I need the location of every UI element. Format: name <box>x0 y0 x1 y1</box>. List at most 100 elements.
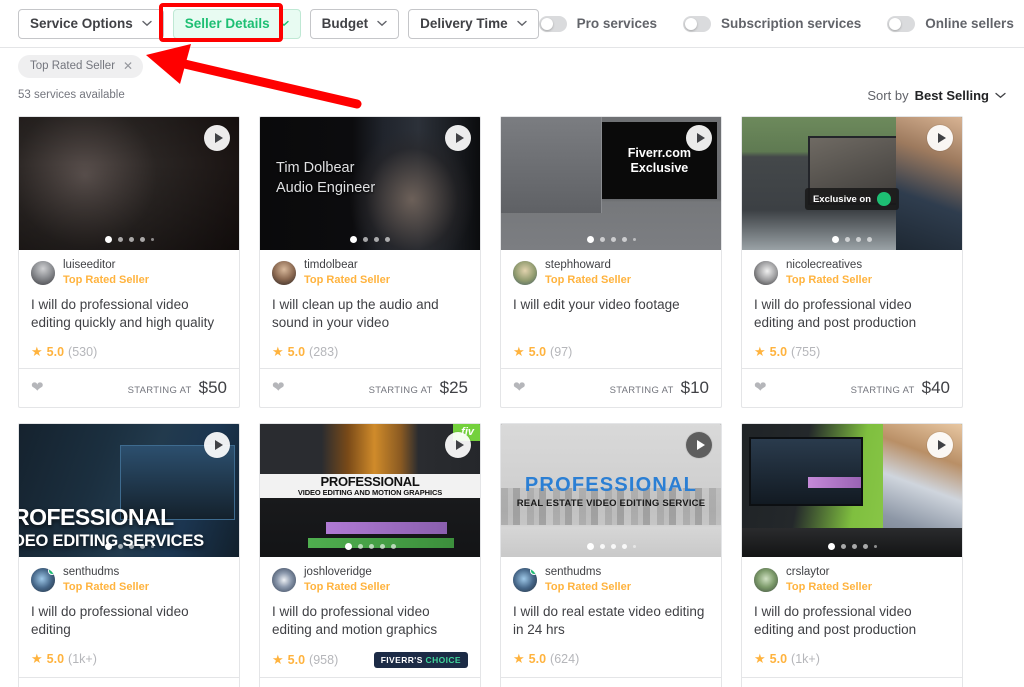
filter-service-options[interactable]: Service Options <box>18 8 164 39</box>
avatar[interactable] <box>272 567 296 592</box>
carousel-dot-active[interactable] <box>104 236 112 243</box>
service-card[interactable]: Fiverr.com Exclusive stephhoward Top Rat… <box>500 116 722 408</box>
seller-row[interactable]: joshloveridge Top Rated Seller <box>260 557 480 594</box>
avatar[interactable] <box>754 260 778 285</box>
carousel-dot[interactable] <box>856 237 861 242</box>
carousel-dot[interactable] <box>867 237 872 242</box>
toggle-pro-services[interactable]: Pro services <box>538 15 657 32</box>
carousel-dots[interactable] <box>742 542 962 550</box>
toggle-switch-pro-services[interactable] <box>538 15 567 32</box>
carousel-dots[interactable] <box>19 542 239 550</box>
carousel-dot[interactable] <box>390 543 396 549</box>
service-title[interactable]: I will do professional video editing qui… <box>19 287 239 339</box>
service-card[interactable]: luiseeditor Top Rated Seller I will do p… <box>18 116 240 408</box>
service-thumbnail[interactable] <box>742 423 962 557</box>
carousel-dot[interactable] <box>379 543 385 549</box>
carousel-dot[interactable] <box>357 543 363 549</box>
service-title[interactable]: I will do professional video editing <box>19 594 239 646</box>
carousel-dot-active[interactable] <box>586 542 594 550</box>
service-title[interactable]: I will do professional video editing and… <box>260 594 480 646</box>
service-card[interactable]: PROFESSIONAL VIDEO EDITING AND MOTION GR… <box>259 422 481 687</box>
play-icon[interactable] <box>204 125 230 151</box>
service-card[interactable]: ROFESSIONAL DEO EDITING SERVICES senthud… <box>18 422 240 687</box>
carousel-dot[interactable] <box>621 237 627 242</box>
carousel-dot[interactable] <box>385 237 390 242</box>
carousel-dot-active[interactable] <box>350 236 357 243</box>
service-thumbnail[interactable]: ROFESSIONAL DEO EDITING SERVICES <box>19 423 239 557</box>
carousel-dot[interactable] <box>840 543 846 549</box>
carousel-dot-active[interactable] <box>827 542 835 550</box>
toggle-switch-online-sellers[interactable] <box>887 15 916 32</box>
service-thumbnail[interactable]: Exclusive on <box>742 117 962 250</box>
carousel-dot[interactable] <box>632 238 636 241</box>
filter-delivery-time[interactable]: Delivery Time <box>408 8 539 39</box>
seller-row[interactable]: crslaytor Top Rated Seller <box>742 557 962 594</box>
carousel-dot[interactable] <box>599 237 605 242</box>
carousel-dot[interactable] <box>621 543 627 549</box>
play-icon[interactable] <box>927 431 953 458</box>
carousel-dot[interactable] <box>845 237 850 242</box>
carousel-dot[interactable] <box>117 237 123 242</box>
seller-row[interactable]: timdolbear Top Rated Seller <box>260 250 480 287</box>
seller-row[interactable]: senthudms Top Rated Seller <box>501 557 721 594</box>
service-card[interactable]: PROFESSIONAL REAL ESTATE VIDEO EDITING S… <box>500 422 722 687</box>
service-thumbnail[interactable]: Fiverr.com Exclusive <box>501 117 721 250</box>
service-card[interactable]: Exclusive on nicolecreatives Top Rated S… <box>741 116 963 408</box>
play-icon[interactable] <box>686 125 712 151</box>
play-icon[interactable] <box>927 125 953 151</box>
seller-row[interactable]: senthudms Top Rated Seller <box>19 557 239 594</box>
avatar[interactable] <box>31 567 55 592</box>
carousel-dots[interactable] <box>260 542 480 550</box>
heart-icon[interactable]: ❤ <box>31 380 44 395</box>
seller-row[interactable]: stephhoward Top Rated Seller <box>501 250 721 287</box>
carousel-dot-active[interactable] <box>586 236 594 243</box>
avatar[interactable] <box>513 567 537 592</box>
service-title[interactable]: I will do professional video editing and… <box>742 594 962 646</box>
carousel-dot[interactable] <box>139 543 145 549</box>
heart-icon[interactable]: ❤ <box>272 380 285 395</box>
service-thumbnail[interactable]: PROFESSIONAL VIDEO EDITING AND MOTION GR… <box>260 423 480 557</box>
avatar[interactable] <box>754 567 778 592</box>
toggle-online-sellers[interactable]: Online sellers <box>887 15 1014 32</box>
carousel-dot[interactable] <box>610 543 616 549</box>
carousel-dot[interactable] <box>862 543 868 549</box>
filter-budget[interactable]: Budget <box>309 8 400 39</box>
play-icon[interactable] <box>445 125 471 151</box>
carousel-dot[interactable] <box>632 544 636 548</box>
service-thumbnail[interactable]: PROFESSIONAL REAL ESTATE VIDEO EDITING S… <box>501 423 721 557</box>
carousel-dot-active[interactable] <box>832 236 839 243</box>
service-card[interactable]: Tim Dolbear Audio Engineer timdolbear To… <box>259 116 481 408</box>
service-title[interactable]: I will edit your video footage <box>501 287 721 339</box>
close-icon[interactable]: ✕ <box>123 60 133 72</box>
heart-icon[interactable]: ❤ <box>754 380 767 395</box>
carousel-dot-active[interactable] <box>104 542 112 550</box>
service-title[interactable]: I will clean up the audio and sound in y… <box>260 287 480 339</box>
toggle-switch-subscription-services[interactable] <box>682 15 711 32</box>
carousel-dots[interactable] <box>742 236 962 243</box>
play-icon[interactable] <box>445 431 471 458</box>
carousel-dot[interactable] <box>610 237 616 242</box>
seller-row[interactable]: luiseeditor Top Rated Seller <box>19 250 239 287</box>
heart-icon[interactable]: ❤ <box>513 380 526 395</box>
carousel-dot[interactable] <box>128 543 134 549</box>
filter-seller-details[interactable]: Seller Details <box>172 8 301 39</box>
service-card[interactable]: crslaytor Top Rated Seller I will do pro… <box>741 422 963 687</box>
carousel-dots[interactable] <box>501 542 721 550</box>
carousel-dot[interactable] <box>368 543 374 549</box>
carousel-dots[interactable] <box>501 236 721 243</box>
carousel-dot[interactable] <box>150 544 154 548</box>
play-icon[interactable] <box>686 431 712 458</box>
carousel-dots[interactable] <box>260 236 480 243</box>
carousel-dot-active[interactable] <box>344 542 352 550</box>
carousel-dot[interactable] <box>139 237 145 242</box>
service-title[interactable]: I will do real estate video editing in 2… <box>501 594 721 646</box>
carousel-dot[interactable] <box>363 237 368 242</box>
carousel-dots[interactable] <box>19 236 239 243</box>
applied-filter-chip-top-rated-seller[interactable]: Top Rated Seller ✕ <box>18 54 144 78</box>
avatar[interactable] <box>31 260 55 285</box>
service-thumbnail[interactable]: Tim Dolbear Audio Engineer <box>260 117 480 250</box>
avatar[interactable] <box>272 260 296 285</box>
avatar[interactable] <box>513 260 537 285</box>
carousel-dot[interactable] <box>599 543 605 549</box>
carousel-dot[interactable] <box>117 543 123 549</box>
